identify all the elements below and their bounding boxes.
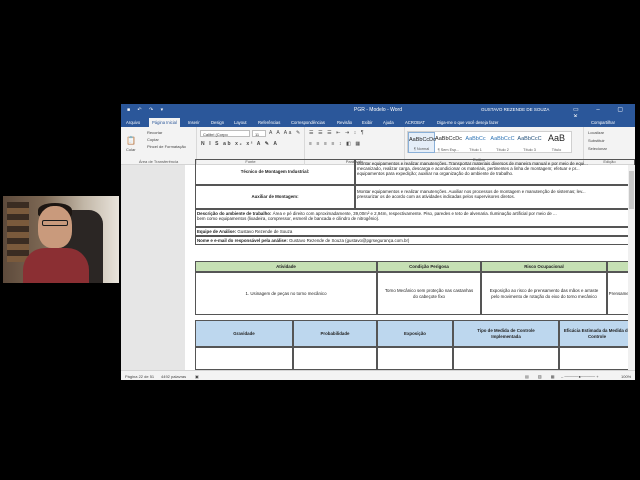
team-value: Gustavo Rezende de Souza [236,229,293,234]
tab-design[interactable]: Design [211,120,224,125]
role-cell: Auxiliar de Montagem: [195,185,355,209]
style-heading-3[interactable]: AaBbCcC Título 3 [516,132,543,153]
copy-button[interactable]: Copiar [147,137,159,142]
style-no-spacing[interactable]: AaBbCcDc ¶ Sem Esp... [435,132,462,153]
exposure-header: Exposição [377,320,453,347]
word-count[interactable]: 4492 palavras [161,374,186,379]
condition-header: Condição Perigosa [377,261,481,272]
role-description-cell: Montar equipamentos e realizar manutençõ… [355,159,635,185]
word-window: ■ ↶ ↷ ▾ PGR - Modelo - Word GUSTAVO REZE… [121,104,635,380]
scrollbar-thumb[interactable] [629,171,634,209]
control-type-header: Tipo de Medida de Controle Implementada [453,320,559,347]
role-description-line: equipamentos para expedição; auxiliar na… [357,171,514,177]
style-title[interactable]: AaB Título [543,132,570,153]
tab-view[interactable]: Exibir [362,120,372,125]
zoom-level[interactable]: 100% [621,374,631,379]
responsible-value: Gustavo Rezende de Souza (gustavo@pgrseg… [287,238,410,243]
control-type-cell[interactable] [453,347,559,370]
tab-mailings[interactable]: Correspondências [291,120,325,125]
font-format-buttons[interactable]: N I S ab x₂ x² A ✎ A [201,141,279,147]
tab-review[interactable]: Revisão [337,120,352,125]
paste-icon[interactable]: 📋 [126,136,136,145]
font-size-buttons[interactable]: A A Aa ✎ [269,130,302,136]
risk-header: Risco Ocupacional [481,261,607,272]
environment-cell: Descrição do ambiente de trabalho: Área … [195,209,635,227]
severity-header: Gravidade [195,320,293,347]
view-mode-icons[interactable]: ▤ ▥ ▦ [525,374,559,379]
tell-me-search[interactable]: Diga-me o que você deseja fazer [437,120,498,125]
role-description-line: pressurizar os de acordo com as atividad… [357,194,515,200]
team-cell: Equipe de Análise: Gustavo Rezende de So… [195,227,635,236]
find-button[interactable]: Localizar [588,130,604,135]
proofing-icon[interactable]: ▣ [195,374,199,379]
alignment-buttons[interactable]: ≡ ≡ ≡ ≡ ↕ ◧ ▦ [309,141,362,147]
vertical-scrollbar[interactable] [628,165,635,370]
webcam-person-body [23,248,89,283]
control-efficacy-cell[interactable] [559,347,635,370]
styles-gallery: AaBbCcDc ¶ Normal AaBbCcDc ¶ Sem Esp... Aa… [407,131,572,153]
tab-acrobat[interactable]: ACROBAT [405,120,425,125]
tab-file[interactable]: Arquivo [126,120,140,125]
condition-cell: Torno Mecânico sem proteção nas castanha… [377,272,481,315]
list-buttons[interactable]: ☰ ☰ ☰ ⇤ ⇥ ↕ ¶ [309,130,365,136]
webcam-video [3,196,119,283]
document-page[interactable]: Técnico de Montagem Industrial: Montar e… [185,159,635,370]
clipboard-group: 📋 Colar Recortar Copiar Pincel de Format… [121,127,197,165]
clipboard-label: Área de Transferência [138,159,179,164]
tab-references[interactable]: Referências [258,120,280,125]
font-size-select[interactable]: 11 [252,130,266,137]
style-heading-1[interactable]: AaBbCc Título 1 [462,132,489,153]
probability-header: Probabilidade [293,320,377,347]
zoom-slider[interactable]: – ─────●───── + [561,374,599,379]
responsible-cell: Nome e e-mail do responsável pela anális… [195,236,635,245]
environment-line: bem como equipamentos (lixadeira, compre… [197,216,380,222]
status-bar: Página 22 de 51 4492 palavras ▣ ▤ ▥ ▦ – … [121,370,635,380]
user-name[interactable]: GUSTAVO REZENDE DE SOUZA [481,107,549,112]
share-button[interactable]: Compartilhar [591,120,615,125]
risk-cell: Exposição ao risco de prensamento das mã… [481,272,607,315]
responsible-label: Nome e e-mail do responsável pela anális… [197,238,288,243]
team-label: Equipe de Análise: [197,229,237,234]
role-cell: Técnico de Montagem Industrial: [195,159,355,185]
title-bar: ■ ↶ ↷ ▾ PGR - Modelo - Word GUSTAVO REZE… [121,104,635,120]
font-name-select[interactable]: Calibri (Corpo [200,130,250,137]
page-indicator[interactable]: Página 22 de 51 [125,374,154,379]
document-area[interactable]: Técnico de Montagem Industrial: Montar e… [121,159,635,370]
webcam-person-head [38,206,72,248]
paste-button[interactable]: Colar [126,147,136,152]
webcam-bookshelf [7,202,29,262]
tab-home[interactable]: Página Inicial [149,118,180,127]
style-heading-2[interactable]: AaBbCcC Título 2 [489,132,516,153]
webcam-person-glasses [42,220,68,226]
window-title: PGR - Modelo - Word [354,107,402,113]
exposure-cell[interactable] [377,347,453,370]
style-normal[interactable]: AaBbCcDc ¶ Normal [408,132,436,153]
activity-cell: 1. Usinagem de peças no torno mecânico [195,272,377,315]
cut-button[interactable]: Recortar [147,130,162,135]
tab-layout[interactable]: Layout [234,120,247,125]
activity-header: Atividade [195,261,377,272]
ribbon-tabs: Arquivo Página Inicial Inserir Design La… [121,117,635,127]
tab-help[interactable]: Ajuda [383,120,394,125]
tab-insert[interactable]: Inserir [188,120,200,125]
screen: ■ ↶ ↷ ▾ PGR - Modelo - Word GUSTAVO REZE… [0,0,640,480]
replace-button[interactable]: Substituir [588,138,605,143]
probability-cell[interactable] [293,347,377,370]
control-efficacy-header: Eficácia Estimada da Medida de Controle [559,320,635,347]
role-description-cell: Montar equipamentos e realizar manutençõ… [355,185,635,209]
format-painter-button[interactable]: Pincel de Formatação [147,144,186,149]
severity-cell[interactable] [195,347,293,370]
select-button[interactable]: Selecionar [588,146,607,151]
